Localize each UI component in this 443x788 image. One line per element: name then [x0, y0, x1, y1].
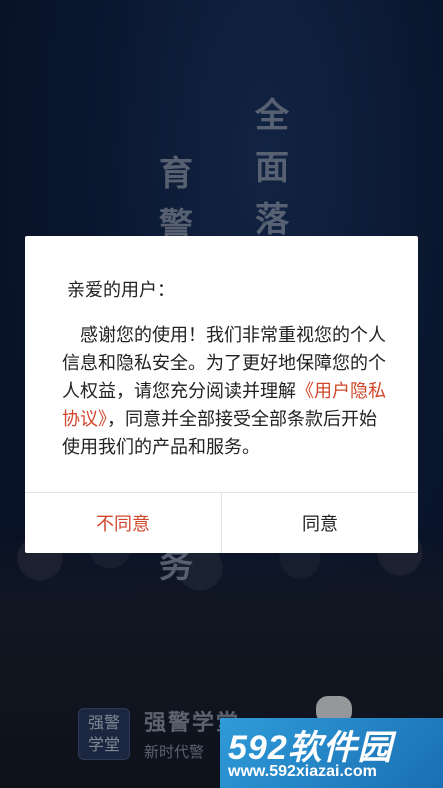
- site-watermark: 592软件园 www.592xiazai.com: [220, 718, 443, 788]
- disagree-button[interactable]: 不同意: [25, 493, 222, 553]
- dialog-greeting: 亲爱的用户：: [67, 280, 175, 301]
- privacy-dialog: 亲爱的用户： 感谢您的使用！我们非常重视您的个人信息和隐私安全。为了更好地保障您…: [25, 236, 418, 553]
- dialog-body: 感谢您的使用！我们非常重视您的个人信息和隐私安全。为了更好地保障您的个人权益，请…: [62, 322, 388, 462]
- dialog-body-text-end: ，同意并全部接受全部条款后开始使用我们的产品和服务。: [62, 409, 377, 458]
- watermark-url: www.592xiazai.com: [228, 763, 377, 780]
- dialog-footer: 不同意 同意: [25, 492, 418, 553]
- watermark-title: 592软件园: [228, 729, 393, 767]
- agree-button[interactable]: 同意: [222, 493, 418, 553]
